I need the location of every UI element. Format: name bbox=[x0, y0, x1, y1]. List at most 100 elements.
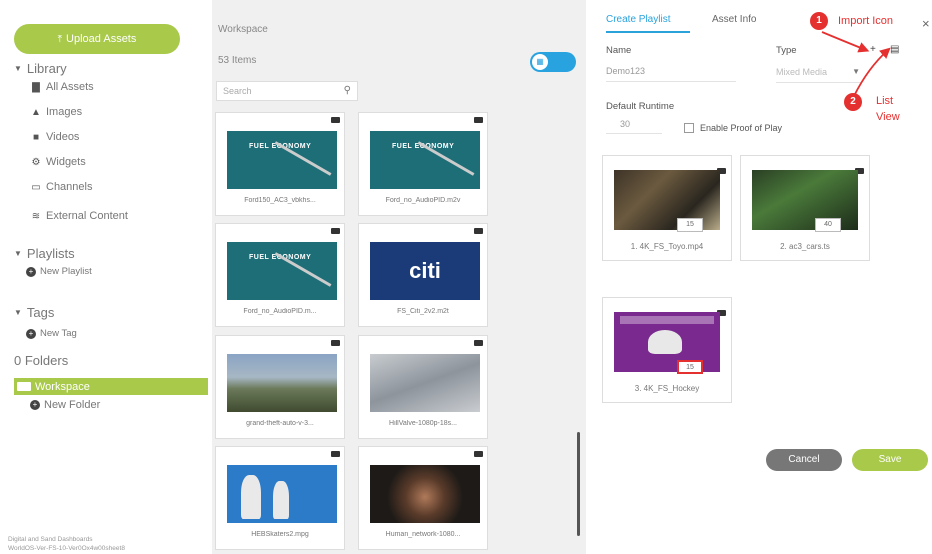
playlist-item-caption: 3. 4K_FS_Hockey bbox=[634, 384, 700, 393]
thumbnail-graphic bbox=[273, 481, 289, 519]
playlist-item[interactable]: 15 1. 4K_FS_Toyo.mp4 bbox=[602, 155, 732, 261]
folder-workspace-label: Workspace bbox=[35, 380, 90, 393]
search-icon: ⚲ bbox=[343, 85, 351, 96]
thumbnail-graphic bbox=[648, 330, 682, 354]
playlists-section-header[interactable]: ▼ Playlists bbox=[14, 246, 75, 261]
close-icon[interactable]: × bbox=[922, 16, 930, 31]
tab-asset-info[interactable]: Asset Info bbox=[712, 14, 756, 25]
library-section-header[interactable]: ▼ Library bbox=[14, 61, 67, 76]
asset-thumbnail bbox=[370, 465, 480, 523]
caret-down-icon: ▼ bbox=[14, 308, 22, 317]
upload-assets-label: Upload Assets bbox=[66, 33, 137, 45]
sidebar-item-label: Channels bbox=[46, 181, 93, 193]
asset-tile[interactable]: grand-theft-auto-v-3... bbox=[215, 335, 345, 439]
name-label: Name bbox=[606, 45, 632, 56]
asset-tile[interactable]: citi FS_Citi_2v2.m2t bbox=[358, 223, 488, 327]
video-icon bbox=[331, 228, 340, 234]
duration-field[interactable]: 15 bbox=[677, 218, 703, 232]
sidebar-item-widgets[interactable]: ⚙ Widgets bbox=[30, 156, 86, 168]
monitor-icon: ▭ bbox=[31, 181, 41, 193]
video-icon bbox=[331, 451, 340, 457]
asset-thumbnail: citi bbox=[370, 242, 480, 300]
tags-section-header[interactable]: ▼ Tags bbox=[14, 305, 54, 320]
new-folder-label: New Folder bbox=[44, 399, 101, 411]
arrow-to-import bbox=[821, 31, 870, 53]
file-icon: ▇ bbox=[32, 81, 40, 93]
thumbnail-graphic bbox=[620, 316, 714, 324]
asset-tile[interactable]: HillValve-1080p-18s... bbox=[358, 335, 488, 439]
footer-line-1: Digital and Sand Dashboards bbox=[8, 536, 93, 543]
asset-caption: Ford150_AC3_vbkhs... bbox=[244, 197, 316, 204]
workspace-panel: Workspace 53 Items ▦ Search ⚲ FUEL ECONO… bbox=[212, 0, 586, 554]
sidebar-item-channels[interactable]: ▭ Channels bbox=[30, 181, 92, 193]
sidebar-item-videos[interactable]: ■ Videos bbox=[30, 131, 79, 143]
playlist-item[interactable]: 15 3. 4K_FS_Hockey bbox=[602, 297, 732, 403]
runtime-field[interactable]: 30 bbox=[606, 119, 662, 134]
annotation-view-text: View bbox=[876, 111, 900, 123]
name-field[interactable]: Demo123 bbox=[606, 66, 736, 82]
asset-thumbnail bbox=[227, 354, 337, 412]
asset-tile[interactable]: HEBSkaters2.mpg bbox=[215, 446, 345, 550]
asset-thumbnail bbox=[227, 465, 337, 523]
playlist-item-thumbnail bbox=[614, 312, 720, 372]
sidebar-item-label: All Assets bbox=[46, 81, 94, 93]
asset-thumbnail bbox=[370, 354, 480, 412]
grid-view-icon: ▦ bbox=[532, 54, 548, 70]
playlist-item-thumbnail bbox=[752, 170, 858, 230]
search-input[interactable]: Search ⚲ bbox=[216, 81, 358, 101]
playlist-item[interactable]: 40 2. ac3_cars.ts bbox=[740, 155, 870, 261]
asset-tile[interactable]: FUEL ECONOMY Ford150_AC3_vbkhs... bbox=[215, 112, 345, 216]
upload-assets-button[interactable]: ⤒ Upload Assets bbox=[14, 24, 180, 54]
sidebar-item-label: Videos bbox=[46, 131, 80, 143]
caret-down-icon: ▼ bbox=[14, 249, 22, 258]
playlist-panel: Create Playlist Asset Info × Name Demo12… bbox=[586, 0, 932, 554]
cancel-button[interactable]: Cancel bbox=[766, 449, 842, 471]
tab-create-playlist[interactable]: Create Playlist bbox=[606, 14, 690, 33]
video-icon bbox=[474, 340, 483, 346]
asset-tile[interactable]: Human_network-1080... bbox=[358, 446, 488, 550]
footer-line-2: WorldOS-Ver-FS-10-Ver0Ox4w00sheet8 bbox=[8, 545, 125, 552]
workspace-title: Workspace bbox=[218, 24, 268, 35]
image-icon: ▲ bbox=[31, 106, 41, 118]
sidebar: ⤒ Upload Assets ▼ Library ▇ All Assets ▲… bbox=[0, 0, 212, 554]
gear-icon: ⚙ bbox=[31, 156, 41, 168]
folders-label: 0 Folders bbox=[14, 353, 69, 368]
search-placeholder: Search bbox=[223, 86, 252, 96]
thumbnail-text: citi bbox=[409, 258, 441, 283]
video-icon: ■ bbox=[32, 131, 40, 143]
new-playlist-label: New Playlist bbox=[40, 266, 92, 277]
asset-tile[interactable]: FUEL ECONOMY Ford_no_AudioPID.m2v bbox=[358, 112, 488, 216]
asset-caption: HEBSkaters2.mpg bbox=[251, 531, 309, 538]
sidebar-item-external-content[interactable]: ≋ External Content bbox=[30, 210, 128, 222]
new-folder-link[interactable]: + New Folder bbox=[30, 399, 100, 411]
playlist-item-caption: 2. ac3_cars.ts bbox=[780, 242, 830, 251]
workspace-scrollbar[interactable] bbox=[577, 432, 580, 536]
video-icon bbox=[331, 117, 340, 123]
folders-section-header: 0 Folders bbox=[14, 353, 68, 368]
duration-field-highlighted[interactable]: 15 bbox=[677, 360, 703, 374]
new-tag-link[interactable]: + New Tag bbox=[26, 328, 77, 339]
duration-field[interactable]: 40 bbox=[815, 218, 841, 232]
asset-thumbnail: FUEL ECONOMY bbox=[370, 131, 480, 189]
playlist-item-thumbnail bbox=[614, 170, 720, 230]
save-button[interactable]: Save bbox=[852, 449, 928, 471]
new-playlist-link[interactable]: + New Playlist bbox=[26, 266, 92, 277]
thumbnail-graphic bbox=[241, 475, 261, 519]
video-icon bbox=[474, 228, 483, 234]
arrow-to-list-view bbox=[853, 47, 891, 97]
plus-circle-icon: + bbox=[26, 328, 36, 339]
list-view-icon[interactable]: ▤ bbox=[890, 44, 899, 55]
type-label: Type bbox=[776, 45, 797, 56]
view-toggle[interactable]: ▦ bbox=[530, 52, 576, 72]
tags-label: Tags bbox=[26, 305, 55, 320]
sidebar-item-images[interactable]: ▲ Images bbox=[30, 106, 82, 118]
sidebar-item-all-assets[interactable]: ▇ All Assets bbox=[30, 81, 94, 93]
asset-caption: HillValve-1080p-18s... bbox=[389, 420, 457, 427]
proof-of-play-checkbox[interactable] bbox=[684, 123, 694, 133]
video-icon bbox=[331, 340, 340, 346]
asset-thumbnail: FUEL ECONOMY bbox=[227, 131, 337, 189]
folder-workspace[interactable]: Workspace bbox=[14, 378, 208, 395]
annotation-arrows bbox=[821, 31, 891, 97]
caret-down-icon: ▼ bbox=[14, 64, 22, 73]
asset-tile[interactable]: FUEL ECONOMY Ford_no_AudioPID.m... bbox=[215, 223, 345, 327]
